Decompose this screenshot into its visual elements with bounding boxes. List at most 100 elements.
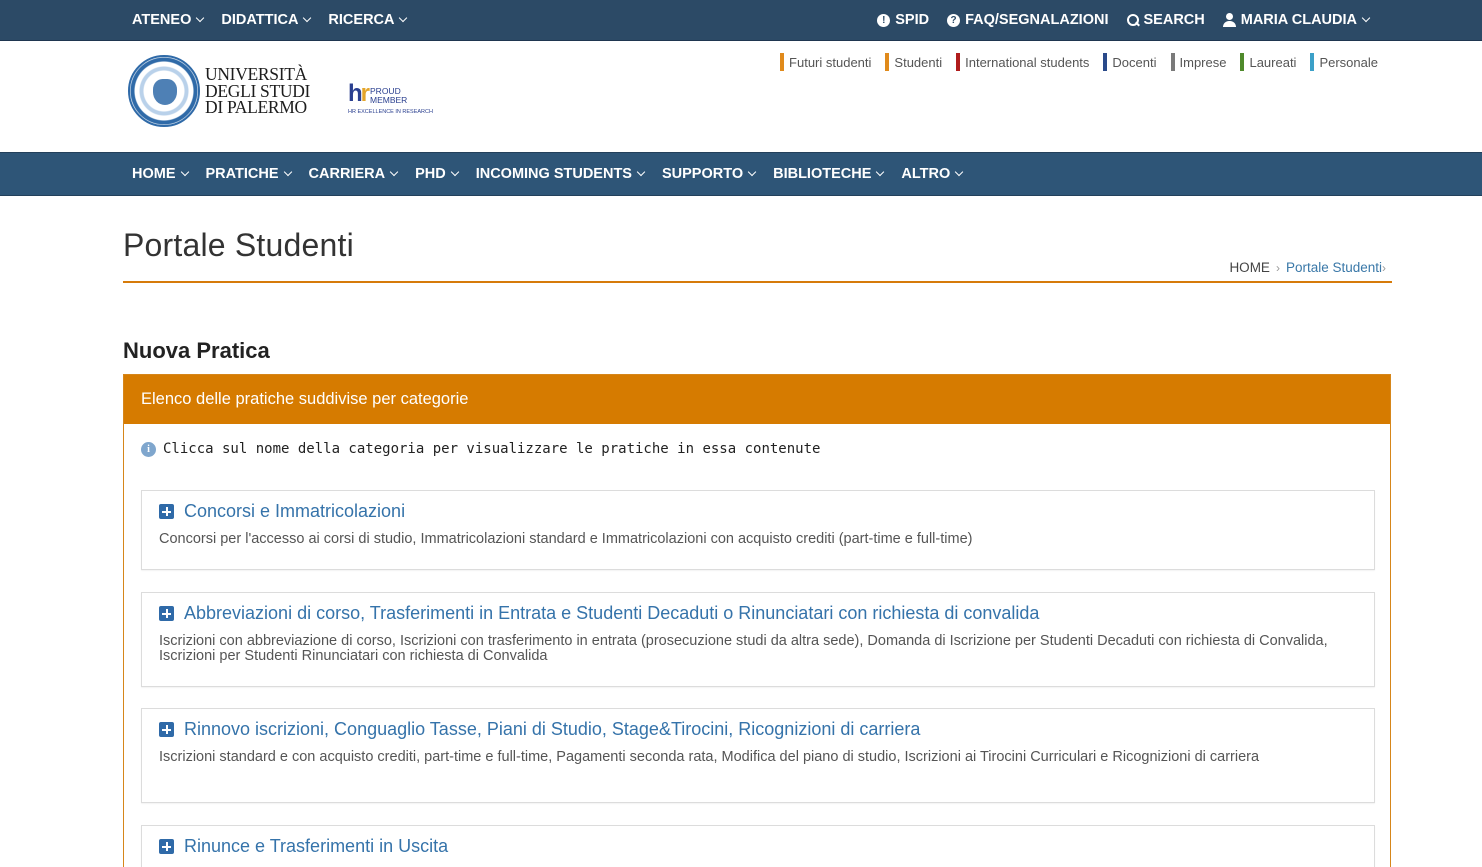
top-menu-label: DIDATTICA (221, 12, 299, 28)
top-menu-didattica[interactable]: DIDATTICA (221, 12, 312, 28)
nav-label: BIBLIOTECHE (773, 166, 872, 182)
faq-link[interactable]: ? FAQ/SEGNALAZIONI (947, 12, 1109, 28)
chevron-down-icon (303, 13, 312, 23)
university-seal-icon (128, 55, 200, 127)
nav-home[interactable]: HOME (132, 166, 189, 182)
audience-international-students[interactable]: International students (956, 53, 1089, 71)
user-name: MARIA CLAUDIA (1240, 12, 1357, 28)
category-toggle[interactable]: Rinnovo iscrizioni, Conguaglio Tasse, Pi… (159, 719, 1357, 740)
title-divider (123, 281, 1392, 283)
nav-label: PRATICHE (205, 166, 279, 182)
category-title: Rinunce e Trasferimenti in Uscita (184, 836, 449, 856)
audience-color-bar (1240, 53, 1245, 71)
breadcrumb-home[interactable]: HOME (1229, 260, 1270, 275)
faq-label: FAQ/SEGNALAZIONI (965, 12, 1109, 28)
nav-incoming-students[interactable]: INCOMING STUDENTS (476, 166, 646, 182)
category-toggle[interactable]: Concorsi e Immatricolazioni (159, 501, 1357, 522)
breadcrumb: HOME › Portale Studenti › (1229, 260, 1386, 275)
audience-label: Docenti (1112, 54, 1157, 70)
nav-supporto[interactable]: SUPPORTO (661, 166, 757, 182)
section-title: Nuova Pratica (123, 338, 270, 363)
chevron-down-icon (180, 167, 189, 177)
breadcrumb-current[interactable]: Portale Studenti (1286, 260, 1382, 275)
chevron-right-icon: › (1275, 260, 1280, 275)
main-nav-items: HOME PRATICHE CARRIERA PHD INCOMING STUD… (132, 153, 980, 195)
audience-docenti[interactable]: Docenti (1103, 53, 1157, 71)
category-toggle[interactable]: Abbreviazioni di corso, Trasferimenti in… (159, 603, 1357, 624)
chevron-down-icon (636, 167, 646, 177)
nav-phd[interactable]: PHD (415, 166, 459, 182)
main-navigation: HOME PRATICHE CARRIERA PHD INCOMING STUD… (0, 152, 1482, 196)
plus-icon (159, 839, 174, 854)
category-title: Abbreviazioni di corso, Trasferimenti in… (184, 603, 1040, 623)
hr-logo-icon: hr (348, 80, 370, 107)
top-menu-label: RICERCA (328, 12, 395, 28)
user-menu[interactable]: MARIA CLAUDIA (1222, 12, 1371, 28)
top-menu-label: ATENEO (132, 12, 192, 28)
nav-carriera[interactable]: CARRIERA (308, 166, 399, 182)
category-toggle[interactable]: Rinunce e Trasferimenti in Uscita (159, 836, 1357, 857)
audience-studenti[interactable]: Studenti (885, 53, 942, 71)
audience-color-bar (1170, 53, 1175, 71)
audience-label: Imprese (1179, 54, 1227, 70)
chevron-down-icon (955, 167, 964, 177)
category-description: Iscrizioni con abbreviazione di corso, I… (159, 633, 1328, 664)
chevron-down-icon (747, 167, 757, 177)
university-logo[interactable]: UNIVERSITÀ DEGLI STUDI DI PALERMO (128, 55, 310, 127)
site-header: UNIVERSITÀ DEGLI STUDI DI PALERMO hr PRO… (0, 41, 1482, 152)
question-icon: ? (947, 13, 961, 27)
spid-link[interactable]: ! SPID (877, 12, 929, 28)
chevron-down-icon (283, 167, 292, 177)
audience-color-bar (956, 53, 961, 71)
hr-excellence-badge[interactable]: hr PROUD MEMBER HR EXCELLENCE IN RESEARC… (348, 80, 433, 116)
chevron-down-icon (450, 167, 459, 177)
nav-label: SUPPORTO (661, 166, 744, 182)
nav-pratiche[interactable]: PRATICHE (205, 166, 292, 182)
logo-text: UNIVERSITÀ DEGLI STUDI DI PALERMO (205, 66, 310, 116)
nav-label: PHD (415, 166, 446, 182)
nav-altro[interactable]: ALTRO (901, 166, 964, 182)
audience-label: Laureati (1249, 54, 1297, 70)
panel-header: Elenco delle pratiche suddivise per cate… (124, 375, 1390, 424)
hr-badge-text: PROUD MEMBER (370, 87, 407, 105)
chevron-down-icon (389, 167, 399, 177)
category-card: Concorsi e Immatricolazioni Concorsi per… (141, 490, 1375, 570)
top-menu-ricerca[interactable]: RICERCA (328, 12, 408, 28)
chevron-down-icon (1361, 13, 1371, 23)
audience-color-bar (780, 53, 785, 71)
search-label: SEARCH (1143, 12, 1205, 28)
audience-futuri-studenti[interactable]: Futuri studenti (780, 53, 871, 71)
spid-icon: ! (877, 13, 891, 27)
info-message: i Clicca sul nome della categoria per vi… (141, 441, 820, 457)
audience-color-bar (1310, 53, 1315, 71)
top-bar: ATENEO DIDATTICA RICERCA ! SPID ? FAQ/SEGN… (0, 0, 1482, 41)
nav-label: HOME (132, 166, 176, 182)
audience-personale[interactable]: Personale (1310, 53, 1378, 71)
category-title: Rinnovo iscrizioni, Conguaglio Tasse, Pi… (184, 719, 921, 739)
chevron-down-icon (399, 13, 408, 23)
nav-label: ALTRO (901, 166, 951, 182)
category-card: Rinunce e Trasferimenti in Uscita (141, 825, 1375, 867)
chevron-right-icon: › (1382, 260, 1386, 275)
audience-label: Futuri studenti (789, 54, 872, 70)
top-bar-left: ATENEO DIDATTICA RICERCA (132, 0, 424, 40)
chevron-down-icon (196, 13, 205, 23)
info-icon: i (141, 441, 156, 457)
audience-color-bar (1103, 53, 1108, 71)
audience-laureati[interactable]: Laureati (1240, 53, 1296, 71)
logo-line: DI PALERMO (205, 97, 307, 118)
audience-label: Studenti (894, 54, 943, 70)
audience-imprese[interactable]: Imprese (1170, 53, 1227, 71)
hr-subtitle: HR EXCELLENCE IN RESEARCH (348, 109, 433, 115)
search-link[interactable]: SEARCH (1126, 12, 1205, 28)
nav-biblioteche[interactable]: BIBLIOTECHE (773, 166, 885, 182)
top-menu-ateneo[interactable]: ATENEO (132, 12, 205, 28)
audience-label: Personale (1319, 54, 1378, 70)
search-icon (1126, 14, 1139, 26)
audience-color-bar (885, 53, 890, 71)
spid-label: SPID (895, 12, 930, 28)
category-card: Rinnovo iscrizioni, Conguaglio Tasse, Pi… (141, 708, 1375, 803)
category-title: Concorsi e Immatricolazioni (184, 501, 406, 521)
plus-icon (159, 504, 174, 519)
nav-label: CARRIERA (308, 166, 386, 182)
